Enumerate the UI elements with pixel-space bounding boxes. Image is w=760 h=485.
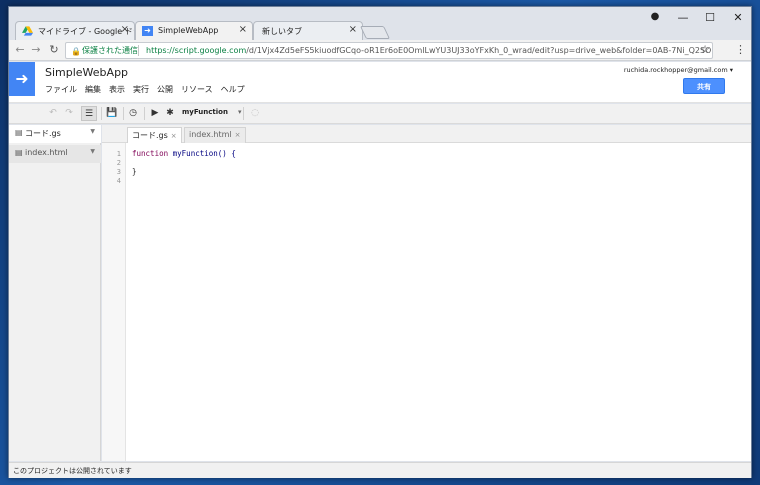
file-name: コード.gs bbox=[25, 129, 61, 138]
code-keyword: function bbox=[132, 149, 169, 158]
apps-script-icon: ➜ bbox=[142, 26, 153, 36]
menu-run[interactable]: 実行 bbox=[133, 84, 149, 95]
browser-window: マイドライブ - Google ドライ × ➜ SimpleWebApp × 新… bbox=[8, 6, 752, 478]
editor-tab-index-html[interactable]: index.html × bbox=[184, 127, 246, 143]
menu-help[interactable]: ヘルプ bbox=[221, 84, 245, 95]
new-tab-button[interactable] bbox=[359, 26, 391, 39]
profile-icon[interactable]: ● bbox=[645, 11, 665, 22]
status-bar: このプロジェクトは公開されています bbox=[9, 462, 751, 478]
tab-close-icon[interactable]: × bbox=[171, 132, 177, 140]
toolbar-divider bbox=[101, 107, 102, 120]
debug-bug-icon[interactable]: ✱ bbox=[162, 106, 178, 121]
tab-simplewebapp[interactable]: ➜ SimpleWebApp × bbox=[135, 21, 253, 40]
address-bar[interactable]: 🔒 保護された通信 https://script.google.com/d/1V… bbox=[65, 42, 713, 59]
toolbar-divider bbox=[243, 107, 244, 120]
google-drive-icon bbox=[22, 26, 33, 36]
lock-icon: 🔒 bbox=[71, 47, 81, 56]
sidebar-file-code-gs[interactable]: ▤ コード.gs ▼ bbox=[9, 125, 101, 143]
share-button[interactable]: 共有 bbox=[683, 78, 725, 94]
browser-menu-icon[interactable]: ⋮ bbox=[735, 43, 746, 56]
document-icon: ▤ bbox=[15, 148, 23, 157]
line-number: 4 bbox=[116, 177, 121, 185]
bookmark-star-icon[interactable]: ☆ bbox=[700, 43, 710, 57]
menu-file[interactable]: ファイル bbox=[45, 84, 77, 95]
url-host: https://script.google.com bbox=[146, 46, 247, 55]
toolbar-divider bbox=[123, 107, 124, 120]
undo-icon[interactable]: ↶ bbox=[45, 106, 61, 121]
redo-icon[interactable]: ↷ bbox=[61, 106, 77, 121]
tab-label: 新しいタブ bbox=[262, 27, 302, 36]
run-icon[interactable]: ▶ bbox=[147, 106, 163, 121]
menu-view[interactable]: 表示 bbox=[109, 84, 125, 95]
tab-close-icon[interactable]: × bbox=[121, 24, 129, 35]
toolbar-divider bbox=[144, 107, 145, 120]
secure-label: 保護された通信 bbox=[82, 46, 138, 55]
function-select[interactable]: myFunction ▾ bbox=[182, 108, 241, 116]
menu-resources[interactable]: リソース bbox=[181, 84, 213, 95]
editor-tab-label: index.html bbox=[189, 130, 232, 139]
menu-edit[interactable]: 編集 bbox=[85, 84, 101, 95]
code-line-3[interactable]: } bbox=[132, 167, 137, 176]
line-number: 1 bbox=[116, 150, 121, 158]
code-editor: コード.gs × index.html × 1 2 3 4 function myF… bbox=[102, 125, 751, 461]
tab-close-icon[interactable]: × bbox=[235, 131, 241, 139]
editor-tab-label: コード.gs bbox=[132, 131, 168, 140]
tab-new-tab[interactable]: 新しいタブ × bbox=[253, 21, 363, 40]
forward-arrow-icon[interactable]: → bbox=[29, 43, 43, 56]
file-dropdown-icon[interactable]: ▼ bbox=[90, 128, 95, 135]
menu-bar: ファイル 編集 表示 実行 公開 リソース ヘルプ bbox=[45, 84, 245, 95]
project-title[interactable]: SimpleWebApp bbox=[45, 66, 128, 79]
tab-close-icon[interactable]: × bbox=[349, 24, 357, 35]
url-text: https://script.google.com/d/1Vjx4Zd5eFS5… bbox=[146, 43, 713, 58]
editor-tab-code-gs[interactable]: コード.gs × bbox=[127, 127, 182, 143]
file-dropdown-icon[interactable]: ▼ bbox=[90, 148, 95, 155]
address-divider bbox=[138, 45, 139, 56]
apps-script-logo-icon[interactable]: ➜ bbox=[9, 62, 35, 96]
lightbulb-icon[interactable]: ◌ bbox=[247, 106, 263, 121]
code-line-1[interactable]: function myFunction() { bbox=[132, 149, 236, 158]
close-window-button[interactable]: ✕ bbox=[728, 11, 748, 24]
account-dropdown-icon: ▾ bbox=[729, 66, 733, 74]
document-icon: ▤ bbox=[15, 128, 23, 137]
line-number: 3 bbox=[116, 168, 121, 176]
sidebar-file-index-html[interactable]: ▤ index.html ▼ bbox=[9, 145, 101, 163]
app-header: ➜ SimpleWebApp ファイル 編集 表示 実行 公開 リソース ヘルプ… bbox=[9, 62, 751, 103]
file-name: index.html bbox=[25, 148, 68, 157]
url-path: /d/1Vjx4Zd5eFS5kiuodfGCqo-oR1Er6oE0OmlLw… bbox=[246, 46, 713, 55]
tab-label: SimpleWebApp bbox=[158, 26, 219, 35]
function-select-value: myFunction bbox=[182, 108, 228, 116]
code-function: myFunction() { bbox=[172, 149, 236, 158]
save-icon[interactable]: 💾 bbox=[104, 106, 120, 121]
editor-toolbar: ↶ ↷ ☰ 💾 ◷ ▶ ✱ myFunction ▾ ◌ bbox=[9, 104, 751, 124]
line-number: 2 bbox=[116, 159, 121, 167]
line-number-gutter: 1 2 3 4 bbox=[102, 143, 126, 461]
back-arrow-icon[interactable]: ← bbox=[13, 43, 27, 56]
user-account[interactable]: ruchida.rockhopper@gmail.com ▾ bbox=[624, 66, 733, 74]
browser-toolbar: ← → ↻ 🔒 保護された通信 https://script.google.co… bbox=[9, 40, 751, 61]
editor-tabs: コード.gs × index.html × bbox=[102, 125, 751, 143]
maximize-button[interactable]: ☐ bbox=[700, 11, 720, 24]
file-sidebar: ▤ コード.gs ▼ ▤ index.html ▼ bbox=[9, 125, 101, 461]
user-email: ruchida.rockhopper@gmail.com bbox=[623, 66, 728, 74]
minimize-button[interactable]: — bbox=[673, 11, 693, 24]
indent-toggle-icon[interactable]: ☰ bbox=[81, 106, 97, 121]
chevron-down-icon: ▾ bbox=[237, 108, 242, 116]
reload-icon[interactable]: ↻ bbox=[47, 43, 61, 56]
triggers-clock-icon[interactable]: ◷ bbox=[125, 106, 141, 121]
tab-google-drive[interactable]: マイドライブ - Google ドライ × bbox=[15, 21, 135, 40]
menu-publish[interactable]: 公開 bbox=[157, 84, 173, 95]
tab-close-icon[interactable]: × bbox=[239, 24, 247, 35]
tab-strip: マイドライブ - Google ドライ × ➜ SimpleWebApp × 新… bbox=[9, 7, 751, 40]
